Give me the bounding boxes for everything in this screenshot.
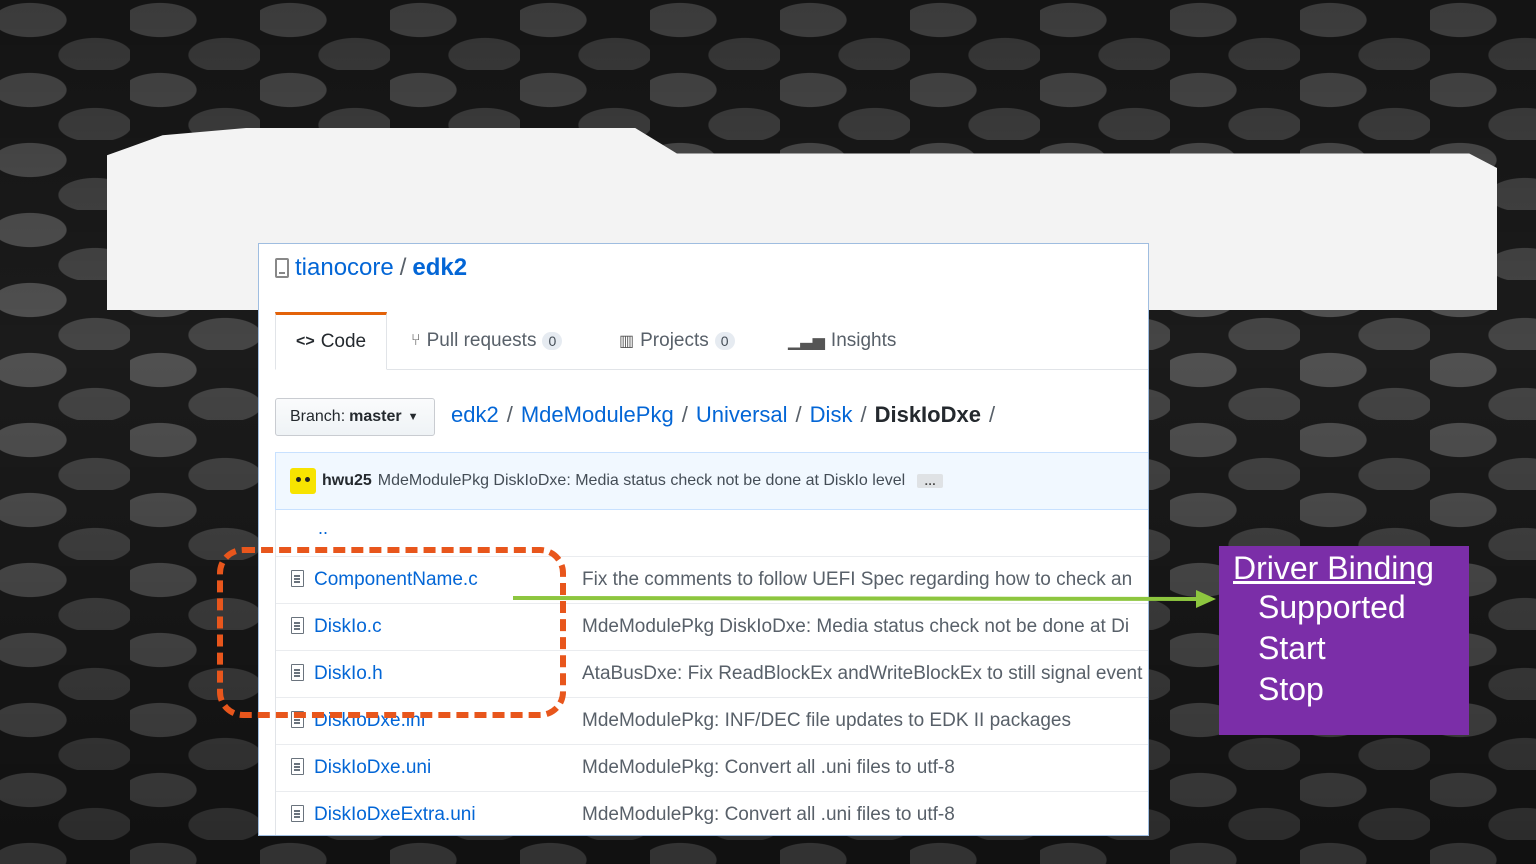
callout-item-stop: Stop xyxy=(1258,671,1324,707)
driver-binding-callout: Driver Binding Supported Start Stop xyxy=(1219,546,1469,735)
arrow-line xyxy=(512,596,1197,601)
arrow-head-icon xyxy=(1196,590,1216,608)
callout-title: Driver Binding xyxy=(1233,550,1434,586)
callout-item-supported: Supported xyxy=(1258,589,1406,625)
callout-item-start: Start xyxy=(1258,630,1326,666)
